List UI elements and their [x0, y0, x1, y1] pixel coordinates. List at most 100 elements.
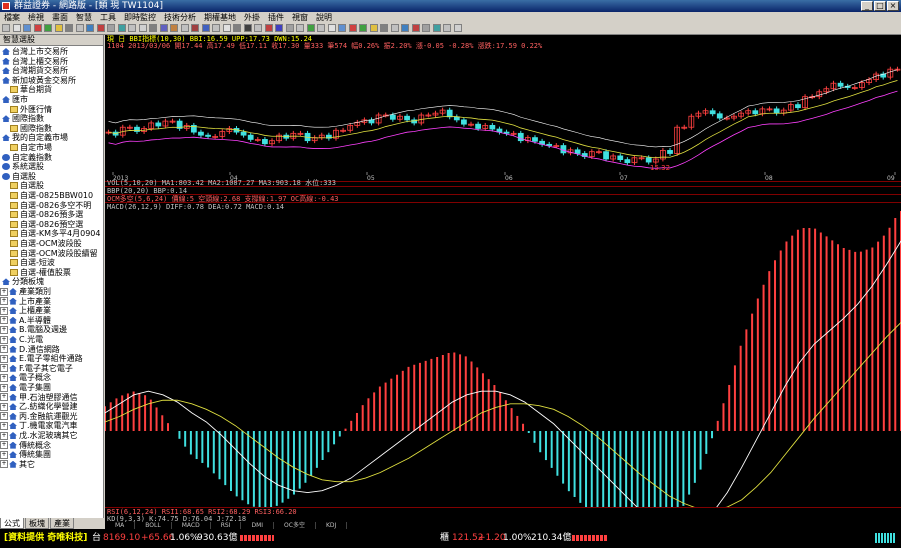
toolbar-button[interactable]	[107, 24, 115, 32]
toolbar-button[interactable]	[44, 24, 52, 32]
sidebar-item[interactable]: 自選-0826預多選	[10, 210, 83, 219]
expand-icon[interactable]: +	[0, 345, 8, 354]
sidebar-item[interactable]: 自選股	[10, 181, 44, 190]
expand-icon[interactable]: +	[0, 335, 8, 344]
sidebar-item[interactable]: 我的自定義市場	[2, 133, 68, 142]
menu-item[interactable]: 工具	[96, 12, 120, 23]
toolbar-button[interactable]	[443, 24, 451, 32]
toolbar-button[interactable]	[338, 24, 346, 32]
expand-icon[interactable]: +	[0, 297, 8, 306]
expand-icon[interactable]: +	[0, 421, 8, 430]
toolbar-button[interactable]	[380, 24, 388, 32]
expand-icon[interactable]: +	[0, 450, 8, 459]
expand-icon[interactable]: +	[0, 431, 8, 440]
toolbar-button[interactable]	[327, 24, 336, 32]
toolbar-button[interactable]	[212, 24, 220, 32]
minimize-button[interactable]: _	[861, 1, 873, 11]
sidebar-item[interactable]: + 戊.水泥玻璃其它	[0, 431, 78, 440]
indicator-tab[interactable]: KDJ	[316, 522, 348, 529]
sidebar-item[interactable]: 台灣上櫃交易所	[2, 57, 68, 66]
toolbar-button[interactable]	[54, 24, 63, 32]
tab-formula[interactable]: 公式	[0, 518, 24, 529]
toolbar-button[interactable]	[243, 24, 252, 32]
sidebar-item[interactable]: 自定市場	[10, 143, 52, 152]
toolbar-button[interactable]	[453, 24, 462, 32]
menu-item[interactable]: 智慧	[72, 12, 96, 23]
toolbar-button[interactable]	[317, 24, 325, 32]
menu-item[interactable]: 說明	[312, 12, 336, 23]
sidebar-item[interactable]: + B.電腦及週邊	[0, 325, 67, 334]
indicator-tab[interactable]: RSI	[211, 522, 242, 529]
menu-item[interactable]: 插件	[264, 12, 288, 23]
sidebar-item[interactable]: 自選-短波	[10, 258, 55, 267]
expand-icon[interactable]: +	[0, 316, 8, 325]
sidebar-item[interactable]: + D.通信網路	[0, 345, 60, 354]
toolbar-button[interactable]	[285, 24, 294, 32]
toolbar-button[interactable]	[359, 24, 367, 32]
indicator-tab[interactable]: BOLL	[135, 522, 172, 529]
sidebar-item[interactable]: + E.電子零組件通路	[0, 354, 83, 363]
expand-icon[interactable]: +	[0, 325, 8, 334]
toolbar-button[interactable]	[254, 24, 262, 32]
tab-blocks[interactable]: 板塊	[25, 518, 49, 529]
toolbar-button[interactable]	[233, 24, 241, 32]
sidebar-item[interactable]: + 丙.金融航運觀光	[0, 412, 78, 421]
toolbar-button[interactable]	[369, 24, 378, 32]
toolbar-button[interactable]	[222, 24, 231, 32]
expand-icon[interactable]: +	[0, 402, 8, 411]
toolbar-button[interactable]	[180, 24, 189, 32]
toolbar-button[interactable]	[264, 24, 273, 32]
sidebar-item[interactable]: 國際指數	[10, 124, 52, 133]
sidebar-item[interactable]: + 丁.機電家電汽車	[0, 421, 78, 430]
toolbar-button[interactable]	[432, 24, 441, 32]
toolbar-button[interactable]	[159, 24, 168, 32]
close-button[interactable]: ×	[887, 1, 899, 11]
indicator-tab[interactable]: OC多空	[274, 522, 316, 529]
toolbar-button[interactable]	[138, 24, 147, 32]
toolbar-button[interactable]	[128, 24, 136, 32]
expand-icon[interactable]: +	[0, 364, 8, 373]
sidebar-item[interactable]: 系統選股	[2, 162, 44, 171]
sidebar-item[interactable]: + 上市產業	[0, 297, 51, 306]
menu-item[interactable]: 即時監控	[120, 12, 160, 23]
toolbar-button[interactable]	[275, 24, 283, 32]
sidebar-item[interactable]: + 其它	[0, 460, 35, 469]
expand-icon[interactable]: +	[0, 412, 8, 421]
sidebar-item[interactable]: 外匯行情	[10, 105, 52, 114]
toolbar-button[interactable]	[401, 24, 409, 32]
menu-item[interactable]: 期權基地	[200, 12, 240, 23]
expand-icon[interactable]: +	[0, 287, 8, 296]
sidebar-item[interactable]: + F.電子其它電子	[0, 364, 73, 373]
chart-area[interactable]: 現 日 BBI指標(10,30) BBI:16.59 UPP:17.73 DWN…	[105, 35, 901, 529]
sidebar-item[interactable]: 自選-KM多平4月0904	[10, 229, 100, 238]
expand-icon[interactable]: +	[0, 460, 8, 469]
toolbar-button[interactable]	[149, 24, 157, 32]
sidebar-item[interactable]: + 乙.紡織化學營建	[0, 402, 78, 411]
toolbar-button[interactable]	[86, 24, 94, 32]
expand-icon[interactable]: +	[0, 393, 8, 402]
toolbar-button[interactable]	[75, 24, 84, 32]
sidebar-item[interactable]: + 甲.石油塑膠通信	[0, 393, 78, 402]
sidebar-item[interactable]: + 上櫃產業	[0, 306, 51, 315]
menu-item[interactable]: 視窗	[288, 12, 312, 23]
sidebar-item[interactable]: 新加坡黃金交易所	[2, 76, 76, 85]
sidebar-item[interactable]: 華台期貨	[10, 85, 52, 94]
toolbar-button[interactable]	[422, 24, 430, 32]
sidebar-item[interactable]: + 傳統概念	[0, 441, 51, 450]
price-chart[interactable]: 15.32	[105, 50, 901, 180]
tab-industry[interactable]: 產業	[50, 518, 74, 529]
indicator-tab[interactable]: DMI	[241, 522, 275, 529]
toolbar-button[interactable]	[306, 24, 315, 32]
sidebar-item[interactable]: 自選股	[2, 172, 36, 181]
toolbar-button[interactable]	[117, 24, 126, 32]
sidebar-item[interactable]: 分類板塊	[2, 277, 44, 286]
sidebar-item[interactable]: 台灣上市交易所	[2, 47, 68, 56]
toolbar-button[interactable]	[170, 24, 178, 32]
menu-item[interactable]: 外掛	[240, 12, 264, 23]
sidebar-item[interactable]: 國際指數	[2, 114, 44, 123]
expand-icon[interactable]: +	[0, 383, 8, 392]
toolbar-button[interactable]	[33, 24, 42, 32]
menu-item[interactable]: 檔案	[0, 12, 24, 23]
expand-icon[interactable]: +	[0, 441, 8, 450]
expand-icon[interactable]: +	[0, 373, 8, 382]
